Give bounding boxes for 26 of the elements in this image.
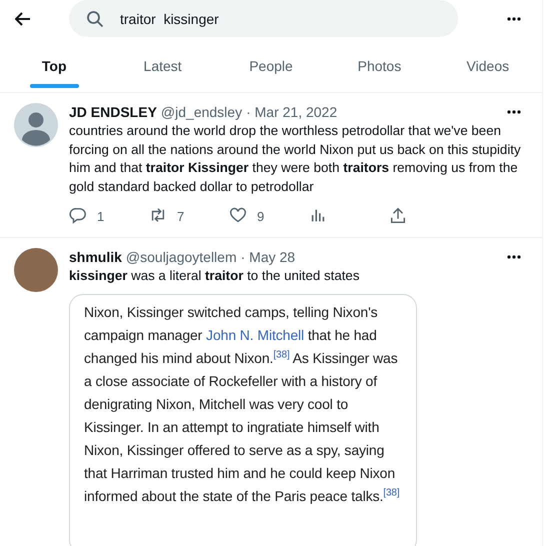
avatar-icon[interactable] — [14, 103, 58, 147]
heart-icon[interactable] — [229, 207, 247, 225]
article-link[interactable]: John N. Mitchell — [206, 326, 304, 342]
search-icon — [86, 10, 104, 28]
tab[interactable]: People — [216, 37, 326, 92]
avatar-photo[interactable] — [14, 248, 58, 292]
user-handle[interactable]: @souljagoytellem — [126, 249, 237, 265]
action-count: 7 — [177, 208, 184, 224]
article-paragraph: Nixon, Kissinger switched camps, telling Nixon's campaign manager John N. Mitchell that he had changed his mind about Nixon.$^{[38]}$ As Kissinger was a close associate of Rockefeller with a history of denigrating Nixon, Mitchell was very cool to Kissinger. In an attempt to ingratiate himself with Nixon, Kissinger offered to serve as a spy, saying that Harriman trusted him and he could keep Nixon informed about the state of the Paris peace talks.$^{[38]}$ — [84, 302, 401, 506]
user-handle[interactable]: @jd_endsley — [160, 104, 242, 120]
tab[interactable]: Latest — [108, 37, 217, 92]
action-count: 9 — [257, 208, 264, 224]
user-name[interactable]: JD ENDSLEY — [69, 104, 157, 120]
share-icon[interactable] — [389, 207, 407, 225]
tab[interactable]: Top — [0, 37, 108, 92]
tweet-date[interactable]: · May 28 — [240, 249, 296, 265]
tweet-text: countries around the world drop the worthless petrodollar that we've been forcing on all the nations around the world Nixon put us back on this stupidity him and that traitor Kissinger they were both traitors removing us from the gold standard backed dollar to petrodollar — [69, 122, 522, 196]
back-arrow-icon[interactable] — [15, 12, 31, 26]
user-name[interactable]: shmulik — [69, 249, 122, 265]
tab[interactable]: Videos — [434, 37, 542, 92]
tweet-date[interactable]: · Mar 21, 2022 — [246, 104, 338, 120]
action-count: 1 — [97, 208, 104, 224]
reply-icon[interactable] — [69, 207, 87, 225]
search-field[interactable]: traitor kissinger — [69, 0, 458, 37]
tab[interactable]: Photos — [325, 37, 434, 92]
tweet-text: kissinger was a literal traitor to the united states — [69, 267, 360, 285]
